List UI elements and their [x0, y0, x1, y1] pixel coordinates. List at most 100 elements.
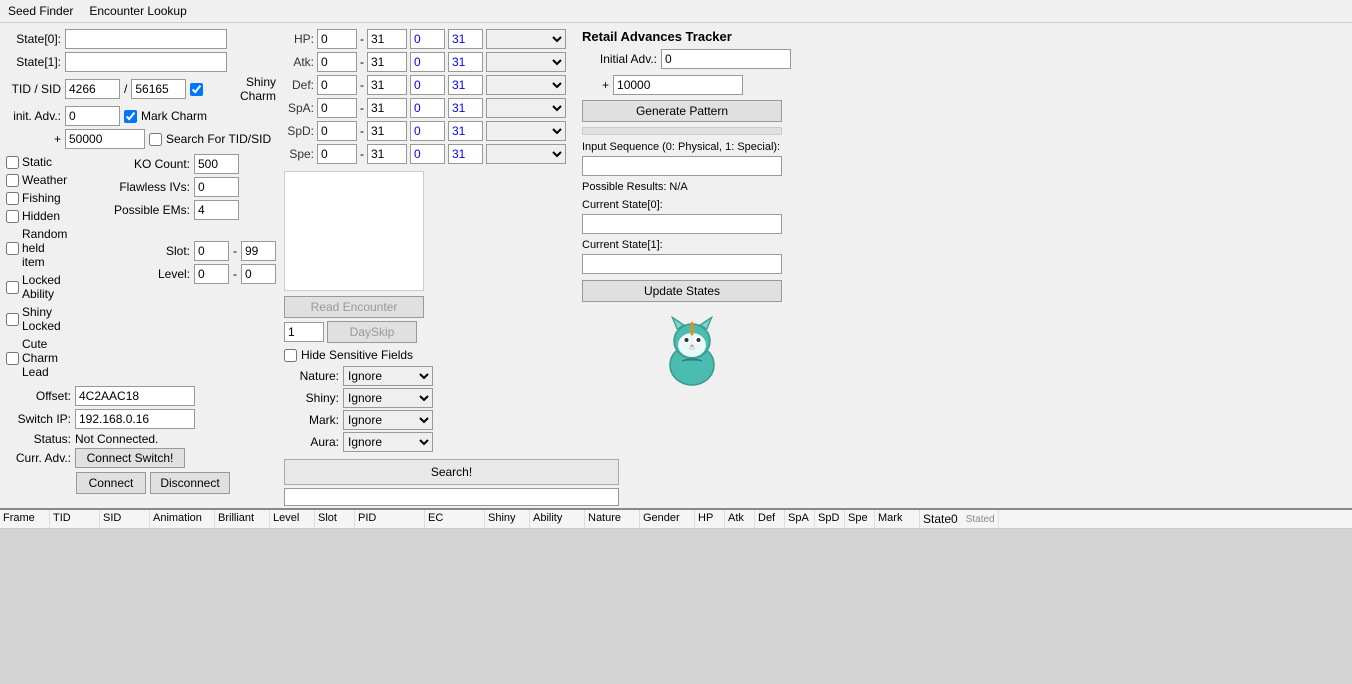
initial-adv-input[interactable]: 0 [661, 49, 791, 69]
slot-max-input[interactable]: 99 [241, 241, 276, 261]
plus-label: + [6, 132, 61, 146]
col-spe: Spe [845, 510, 875, 528]
plus-input[interactable]: 50000 [65, 129, 145, 149]
atk-max-input[interactable]: 31 [367, 52, 407, 72]
state1-input[interactable] [65, 52, 227, 72]
atk-v1-input[interactable]: 0 [410, 52, 445, 72]
hp-min-input[interactable]: 0 [317, 29, 357, 49]
spe-v2-input[interactable]: 31 [448, 144, 483, 164]
aura-filter-select[interactable]: Ignore [343, 432, 433, 452]
nature-filter-select[interactable]: Ignore [343, 366, 433, 386]
init-adv-input[interactable]: 0 [65, 106, 120, 126]
col-def: Def [755, 510, 785, 528]
generate-pattern-button[interactable]: Generate Pattern [582, 100, 782, 122]
spa-v1-input[interactable]: 0 [410, 98, 445, 118]
locked-ability-label: Locked Ability [22, 273, 70, 301]
shiny-filter-select[interactable]: Ignore [343, 388, 433, 408]
random-held-item-checkbox[interactable] [6, 242, 19, 255]
spd-iv-select[interactable] [486, 121, 566, 141]
dayskip-button[interactable]: DaySkip [327, 321, 417, 343]
sid-input[interactable]: 56165 [131, 79, 186, 99]
results-table: Frame TID SID Animation Brilliant Level … [0, 508, 1352, 684]
disconnect-button[interactable]: Disconnect [150, 472, 230, 494]
mark-charm-checkbox[interactable] [124, 110, 137, 123]
switch-ip-input[interactable]: 192.168.0.16 [75, 409, 195, 429]
hide-sensitive-checkbox[interactable] [284, 349, 297, 362]
offset-input[interactable]: 4C2AAC18 [75, 386, 195, 406]
shiny-locked-checkbox[interactable] [6, 313, 19, 326]
tid-input[interactable]: 4266 [65, 79, 120, 99]
def-v2-input[interactable]: 31 [448, 75, 483, 95]
curr-state1-input[interactable] [582, 254, 782, 274]
shiny-locked-label: Shiny Locked [22, 305, 70, 333]
static-checkbox[interactable] [6, 156, 19, 169]
input-seq-input[interactable] [582, 156, 782, 176]
hp-iv-row: HP: 0 - 31 0 31 [284, 29, 574, 49]
ko-count-input[interactable]: 500 [194, 154, 239, 174]
def-max-input[interactable]: 31 [367, 75, 407, 95]
hp-v2-input[interactable]: 31 [448, 29, 483, 49]
hp-v1-input[interactable]: 0 [410, 29, 445, 49]
spa-iv-select[interactable] [486, 98, 566, 118]
update-states-button[interactable]: Update States [582, 280, 782, 302]
level-min-input[interactable]: 0 [194, 264, 229, 284]
spd-v1-input[interactable]: 0 [410, 121, 445, 141]
search-button[interactable]: Search! [284, 459, 619, 485]
level-label: Level: [100, 267, 190, 281]
atk-min-input[interactable]: 0 [317, 52, 357, 72]
spa-max-input[interactable]: 31 [367, 98, 407, 118]
col-frame: Frame [0, 510, 50, 528]
def-iv-select[interactable] [486, 75, 566, 95]
spd-v2-input[interactable]: 31 [448, 121, 483, 141]
curr-state0-input[interactable] [582, 214, 782, 234]
slot-min-input[interactable]: 0 [194, 241, 229, 261]
spe-iv-select[interactable] [486, 144, 566, 164]
spa-iv-row: SpA: 0 - 31 0 31 [284, 98, 574, 118]
locked-ability-checkbox[interactable] [6, 281, 19, 294]
state0-row: State[0]: [6, 29, 276, 49]
nav-encounter-lookup[interactable]: Encounter Lookup [85, 2, 190, 20]
weather-row: Weather [6, 173, 70, 187]
atk-v2-input[interactable]: 31 [448, 52, 483, 72]
possible-ems-row: Possible EMs: 4 [100, 200, 276, 220]
connect-button[interactable]: Connect [76, 472, 146, 494]
level-max-input[interactable]: 0 [241, 264, 276, 284]
flawless-ivs-input[interactable]: 0 [194, 177, 239, 197]
shiny-charm-label: Shiny Charm [207, 75, 276, 103]
fishing-checkbox[interactable] [6, 192, 19, 205]
read-encounter-button[interactable]: Read Encounter [284, 296, 424, 318]
spe-v1-input[interactable]: 0 [410, 144, 445, 164]
hidden-label: Hidden [22, 209, 60, 223]
spd-max-input[interactable]: 31 [367, 121, 407, 141]
spa-min-input[interactable]: 0 [317, 98, 357, 118]
retail-plus-input[interactable]: 10000 [613, 75, 743, 95]
def-min-input[interactable]: 0 [317, 75, 357, 95]
col-animation: Animation [150, 510, 215, 528]
def-iv-row: Def: 0 - 31 0 31 [284, 75, 574, 95]
mark-filter-select[interactable]: Ignore [343, 410, 433, 430]
static-label: Static [22, 155, 52, 169]
weather-checkbox[interactable] [6, 174, 19, 187]
encounter-controls: Read Encounter 1 DaySkip [284, 296, 574, 343]
spe-max-input[interactable]: 31 [367, 144, 407, 164]
possible-ems-input[interactable]: 4 [194, 200, 239, 220]
spd-min-input[interactable]: 0 [317, 121, 357, 141]
shiny-charm-checkbox[interactable] [190, 83, 203, 96]
atk-iv-select[interactable] [486, 52, 566, 72]
spa-v2-input[interactable]: 31 [448, 98, 483, 118]
hp-max-input[interactable]: 31 [367, 29, 407, 49]
fishing-row: Fishing [6, 191, 70, 205]
connect-switch-button[interactable]: Connect Switch! [75, 448, 185, 468]
state0-input[interactable] [65, 29, 227, 49]
search-tid-sid-checkbox[interactable] [149, 133, 162, 146]
dayskip-count-input[interactable]: 1 [284, 322, 324, 342]
spe-min-input[interactable]: 0 [317, 144, 357, 164]
random-held-item-row: Random held item [6, 227, 70, 269]
hp-iv-select[interactable] [486, 29, 566, 49]
progress-bar [284, 488, 619, 506]
hidden-checkbox[interactable] [6, 210, 19, 223]
state1-row: State[1]: [6, 52, 276, 72]
cute-charm-checkbox[interactable] [6, 352, 19, 365]
def-v1-input[interactable]: 0 [410, 75, 445, 95]
nav-seed-finder[interactable]: Seed Finder [4, 2, 77, 20]
